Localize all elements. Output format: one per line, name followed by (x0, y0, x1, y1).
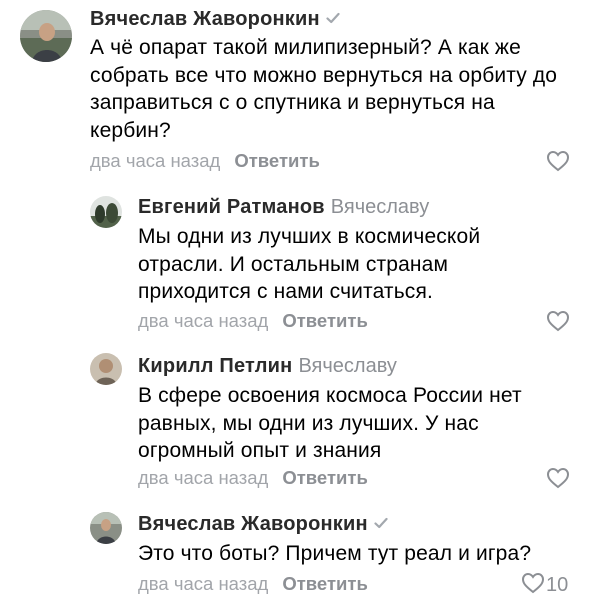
heart-outline-icon (546, 310, 570, 337)
reply-button[interactable]: Ответить (282, 467, 368, 488)
avatar[interactable] (90, 512, 122, 544)
verified-check-icon (326, 6, 340, 30)
like-button[interactable] (546, 467, 571, 494)
author-line: Вячеслав Жаворонкин (138, 512, 388, 536)
comment-3: Кирилл Петлин Вячеславу В сфере освоения … (0, 345, 591, 495)
comment-4: Вячеслав Жаворонкин Это что боты? Причем… (0, 500, 591, 596)
avatar[interactable] (90, 196, 122, 228)
reply-button[interactable]: Ответить (282, 310, 368, 331)
comment-text: Это что боты? Причем тут реал и игра? (138, 542, 532, 565)
timestamp: два часа назад (90, 150, 221, 171)
comment-text: А чё опарат такой милипизерный? А как же… (90, 36, 558, 142)
author-name[interactable]: Вячеслав Жаворонкин (90, 8, 320, 30)
like-button[interactable] (546, 150, 571, 177)
comment-2: Евгений Ратманов Вячеславу Мы одни из луч… (0, 190, 591, 340)
author-line: Кирилл Петлин Вячеславу (138, 354, 397, 378)
avatar[interactable] (20, 10, 72, 62)
heart-outline-icon (546, 150, 570, 177)
timestamp: два часа назад (138, 467, 269, 488)
comment-text: Мы одни из лучших в космической отрасли.… (138, 225, 481, 303)
comment-meta: два часа назад Ответить (138, 573, 368, 595)
comment-meta: два часа назад Ответить (138, 467, 368, 489)
author-name[interactable]: Вячеслав Жаворонкин (138, 513, 368, 535)
like-count: 10 (546, 574, 569, 596)
reply-button[interactable]: Ответить (282, 573, 368, 594)
author-name[interactable]: Кирилл Петлин (138, 355, 292, 377)
timestamp: два часа назад (138, 573, 269, 594)
heart-outline-icon (546, 467, 570, 494)
author-line: Вячеслав Жаворонкин (90, 7, 340, 31)
avatar[interactable] (90, 353, 122, 385)
comment-meta: два часа назад Ответить (90, 150, 320, 172)
verified-check-icon (374, 511, 388, 535)
comment-1: Вячеслав Жаворонкин А чё опарат такой ми… (0, 0, 591, 190)
comment-text: В сфере освоения космоса России нет равн… (138, 384, 522, 462)
timestamp: два часа назад (138, 310, 269, 331)
author-name[interactable]: Евгений Ратманов (138, 196, 325, 218)
author-line: Евгений Ратманов Вячеславу (138, 195, 429, 219)
reply-to-label[interactable]: Вячеславу (298, 355, 396, 377)
reply-button[interactable]: Ответить (234, 150, 320, 171)
comment-meta: два часа назад Ответить (138, 310, 368, 332)
like-button[interactable] (546, 310, 571, 337)
reply-to-label[interactable]: Вячеславу (331, 196, 429, 218)
